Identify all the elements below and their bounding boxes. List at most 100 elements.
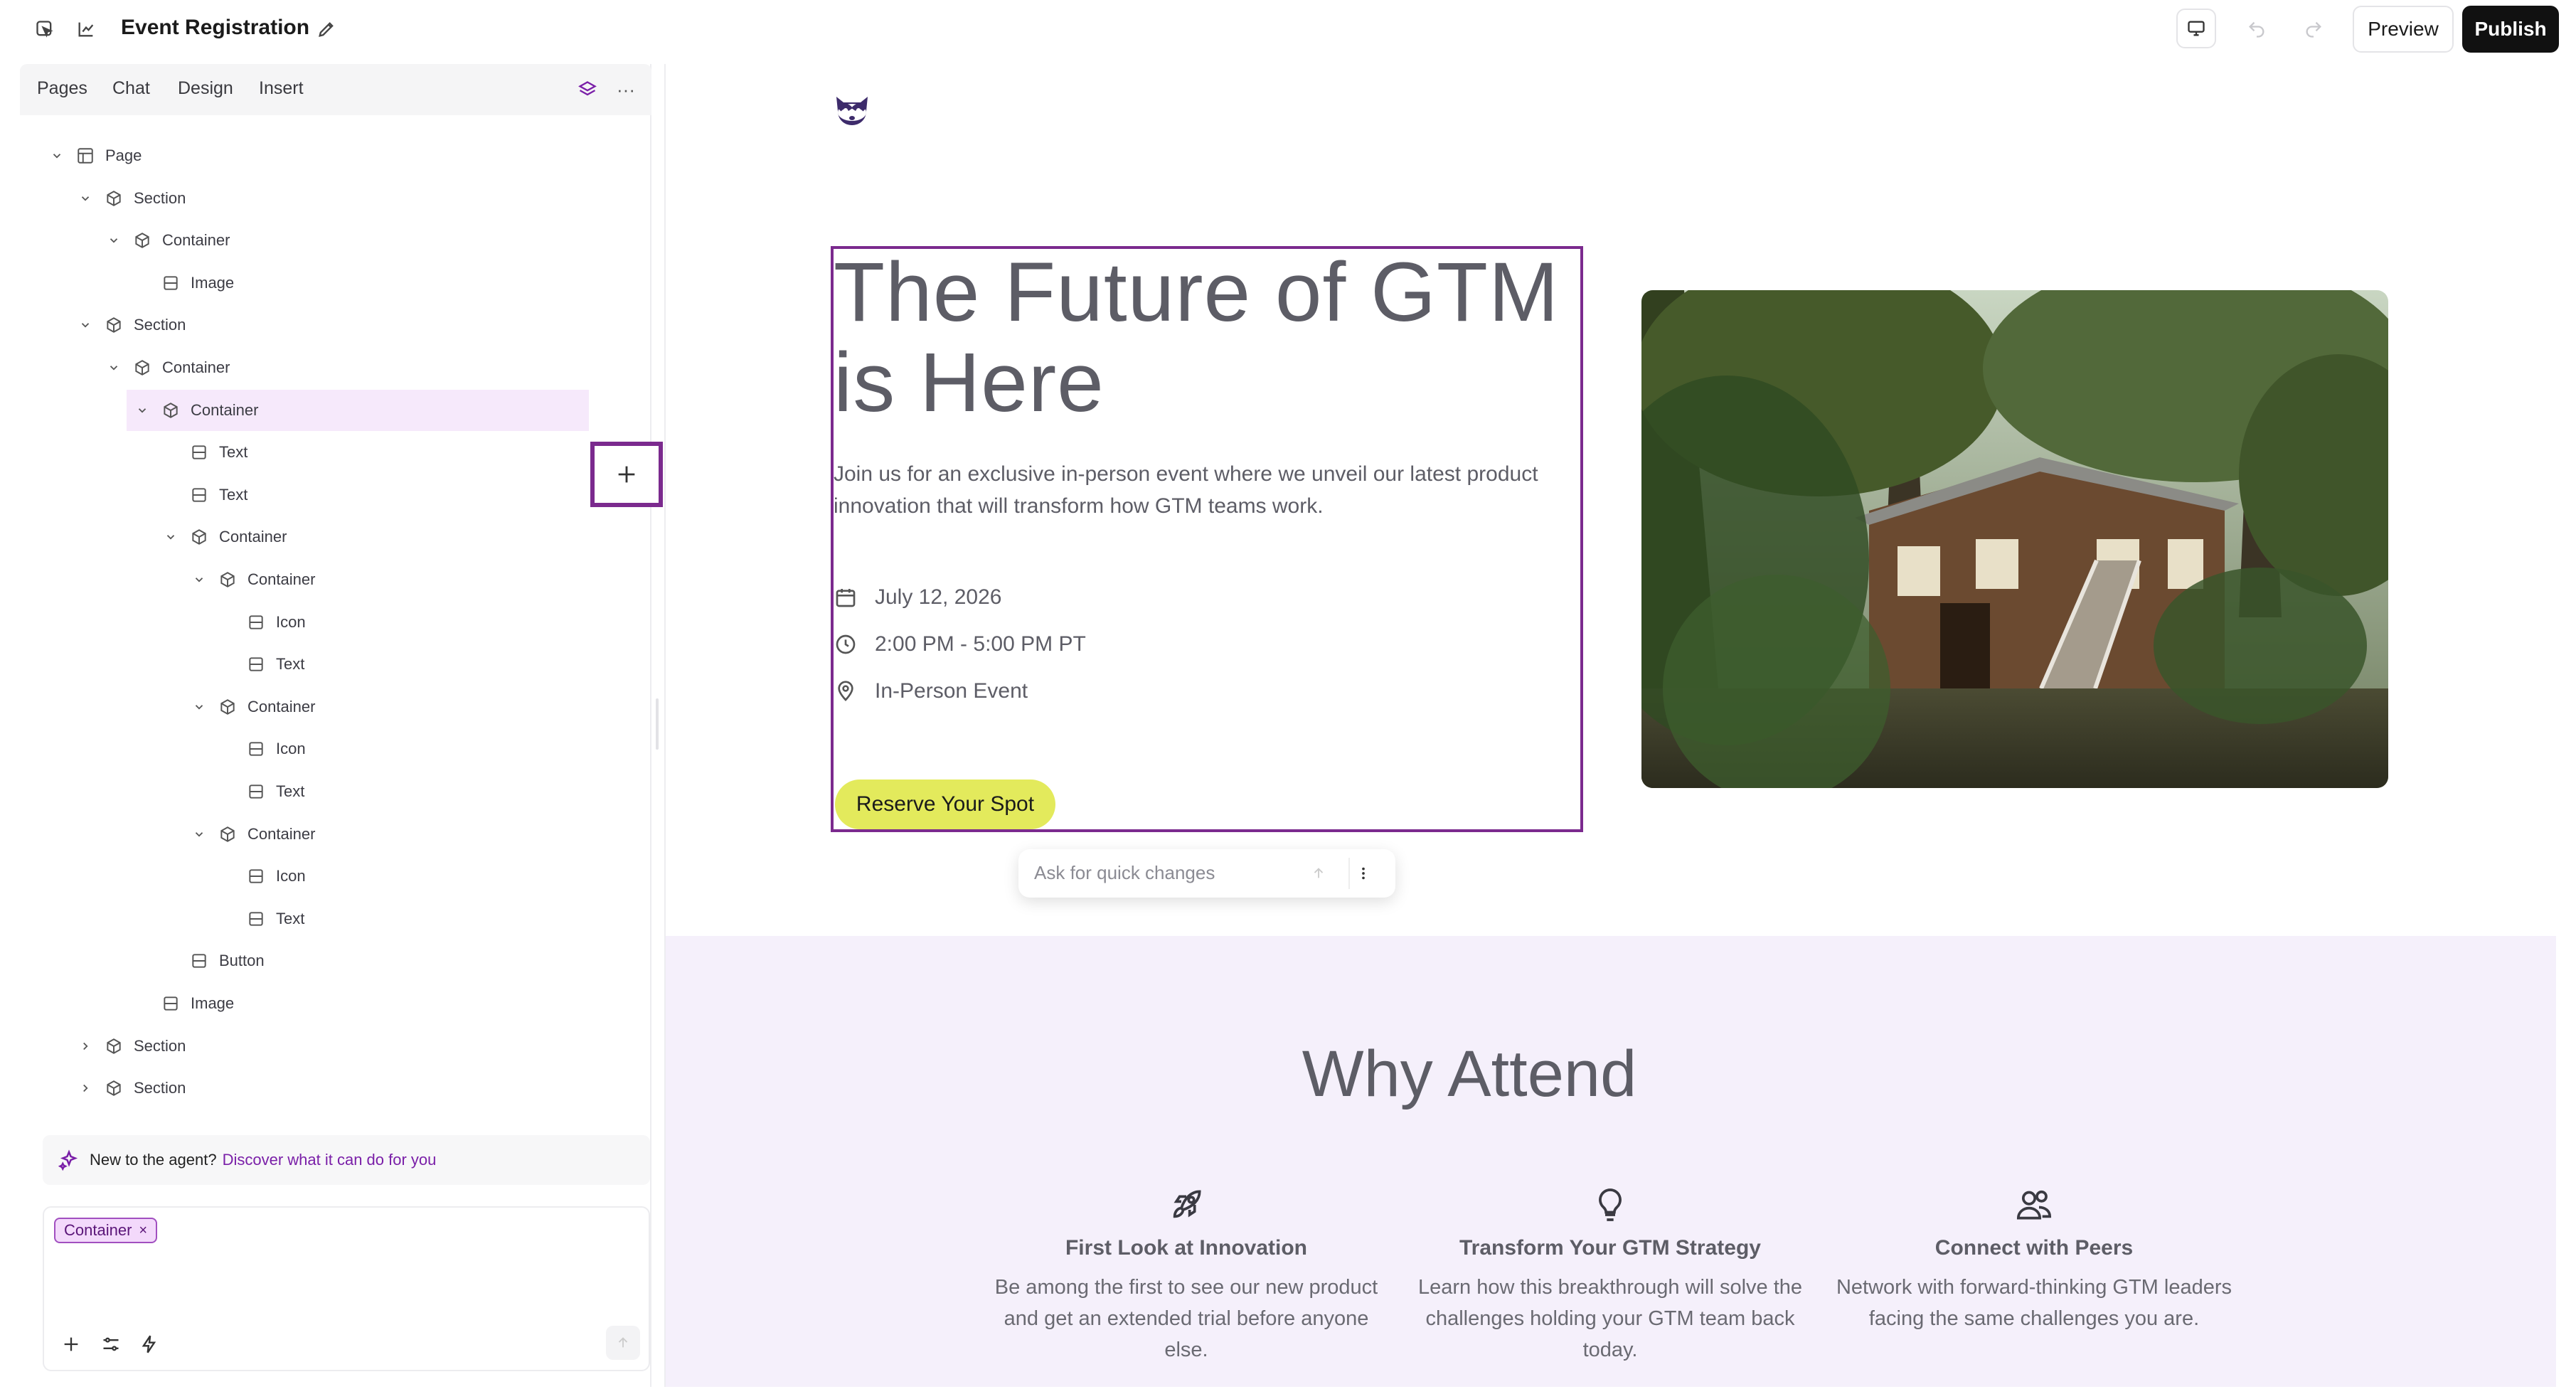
chevron-right-icon[interactable] [77, 1038, 94, 1055]
plus-icon[interactable] [57, 1330, 85, 1358]
monitor-icon [2188, 21, 2205, 36]
chevron-down-icon[interactable] [48, 147, 65, 164]
tab-chat[interactable]: Chat [112, 78, 150, 99]
hero-description[interactable]: Join us for an exclusive in-person event… [834, 458, 1580, 522]
tab-insert[interactable]: Insert [259, 78, 304, 99]
tab-pages[interactable]: Pages [37, 78, 87, 99]
layer-item[interactable]: Text [20, 432, 646, 473]
layer-item[interactable]: Container [20, 814, 646, 855]
layer-item-label: Icon [276, 613, 306, 631]
agent-hint-link[interactable]: Discover what it can do for you [223, 1151, 437, 1169]
layer-item[interactable]: Container [20, 686, 646, 728]
layer-item[interactable]: Button [20, 940, 646, 981]
layer-item[interactable]: Section [20, 1026, 646, 1067]
why-attend-title[interactable]: Why Attend [666, 1037, 2273, 1112]
chevron-down-icon[interactable] [191, 698, 208, 715]
layer-item[interactable]: Container [20, 347, 646, 388]
redo-button[interactable] [2294, 10, 2333, 48]
event-date: July 12, 2026 [834, 583, 1001, 612]
layer-item-label: Page [105, 147, 142, 164]
more-vertical-icon[interactable] [1348, 858, 1377, 889]
chevron-right-icon[interactable] [77, 1080, 94, 1097]
layer-item[interactable]: Page [20, 135, 646, 176]
layer-item[interactable]: Text [20, 898, 646, 940]
layer-item-label: Container [162, 358, 230, 376]
desktop-view-button[interactable] [2176, 9, 2216, 48]
chevron-down-icon[interactable] [191, 826, 208, 843]
close-icon[interactable]: × [139, 1223, 147, 1239]
chevron-down-icon[interactable] [77, 316, 94, 334]
layer-item[interactable]: Text [20, 771, 646, 812]
chat-input-box[interactable]: Container × [43, 1206, 650, 1371]
event-location: In-Person Event [834, 677, 1028, 706]
chevron-down-icon[interactable] [162, 528, 179, 546]
agent-hint: New to the agent? Discover what it can d… [43, 1135, 650, 1185]
layer-item[interactable]: Text [20, 644, 646, 685]
chevron-down-icon[interactable] [105, 232, 122, 249]
hero-image[interactable] [1641, 290, 2388, 788]
plus-icon [618, 466, 635, 483]
layer-item-label: Container [219, 528, 287, 546]
layer-item-label: Text [276, 910, 305, 927]
more-options-icon[interactable]: ··· [613, 77, 639, 102]
reserve-spot-button[interactable]: Reserve Your Spot [835, 780, 1055, 829]
layer-item[interactable]: Icon [20, 602, 646, 643]
chevron-down-icon[interactable] [105, 359, 122, 376]
layer-item[interactable]: Section [20, 304, 646, 346]
lightbulb-icon [1589, 1183, 1632, 1226]
layer-item[interactable]: Container [127, 390, 589, 431]
chevron-down-icon[interactable] [191, 571, 208, 588]
hero-title[interactable]: The Future of GTM is Here [834, 248, 1580, 428]
publish-button[interactable]: Publish [2462, 6, 2559, 53]
layer-item-label: Icon [276, 740, 306, 757]
layer-item[interactable]: Image [20, 262, 646, 304]
send-button[interactable] [606, 1326, 640, 1360]
feature-card: Connect with Peers Network with forward-… [1835, 1183, 2233, 1334]
left-panel: Pages Chat Design Insert ··· Page Section… [20, 64, 663, 1387]
event-time: 2:00 PM - 5:00 PM PT [834, 630, 1086, 659]
layer-item[interactable]: Section [20, 1068, 646, 1109]
element-icon [246, 612, 266, 632]
layer-item[interactable]: Container [20, 559, 646, 600]
lightning-icon[interactable] [135, 1330, 164, 1358]
calendar-icon [834, 585, 858, 610]
chevron-down-icon[interactable] [77, 190, 94, 207]
redo-icon [2306, 21, 2321, 38]
layer-item-label: Container [162, 231, 230, 249]
layer-item[interactable]: Icon [20, 856, 646, 897]
cursor-select-icon[interactable] [28, 13, 61, 46]
sliders-icon[interactable] [97, 1330, 125, 1358]
cube-icon [104, 1036, 124, 1056]
undo-button[interactable] [2237, 10, 2276, 48]
layer-item[interactable]: Container [20, 220, 646, 261]
layer-item[interactable]: Section [20, 178, 646, 219]
layer-item-label: Section [134, 1079, 186, 1097]
layer-item[interactable]: Icon [20, 728, 646, 770]
layer-item[interactable]: Container [20, 516, 646, 558]
feature-card: First Look at Innovation Be among the fi… [987, 1183, 1385, 1366]
add-element-button[interactable] [590, 442, 663, 507]
element-icon [189, 442, 209, 462]
page-canvas: The Future of GTM is Here Join us for an… [664, 64, 2556, 1387]
feature-title: Connect with Peers [1934, 1236, 2134, 1260]
preview-button[interactable]: Preview [2353, 6, 2454, 53]
pencil-icon[interactable] [314, 17, 339, 41]
context-chip-label: Container [64, 1221, 132, 1239]
arrow-up-icon[interactable] [1306, 861, 1331, 886]
chevron-down-icon[interactable] [134, 402, 151, 419]
analytics-icon[interactable] [70, 13, 102, 46]
panel-resize-handle[interactable] [656, 698, 659, 750]
tab-design[interactable]: Design [178, 78, 233, 99]
cube-icon [161, 400, 181, 420]
event-time-text: 2:00 PM - 5:00 PM PT [875, 632, 1086, 656]
layer-item[interactable]: Image [20, 983, 646, 1024]
layers-icon[interactable] [575, 77, 600, 102]
quick-changes-input[interactable]: Ask for quick changes [1034, 862, 1215, 884]
layer-item[interactable]: Text [20, 474, 646, 516]
element-icon [246, 739, 266, 759]
